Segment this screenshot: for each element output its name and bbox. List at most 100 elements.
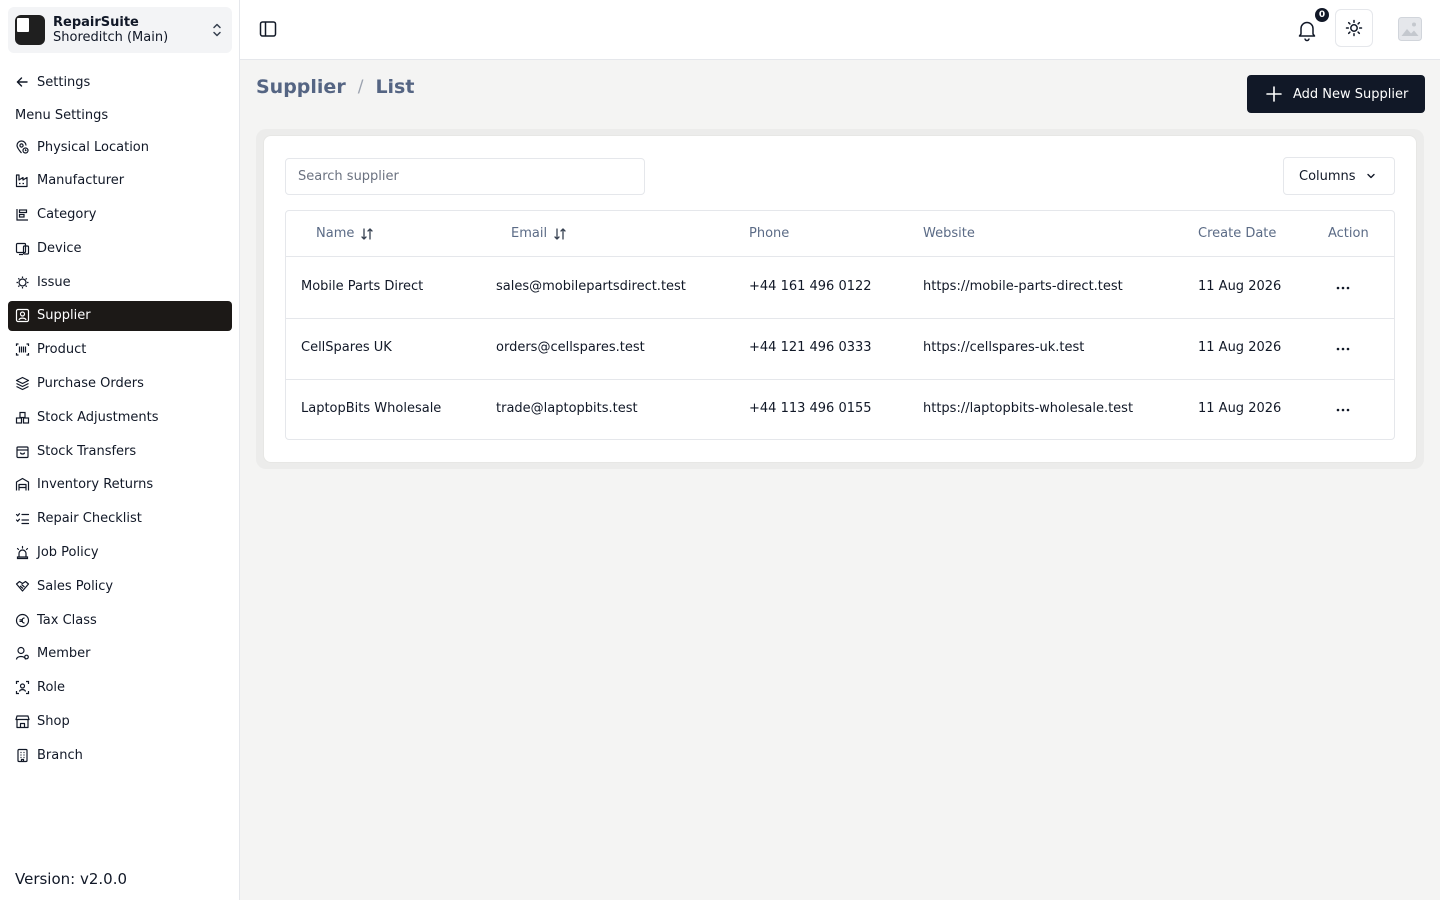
bug-icon	[16, 276, 29, 289]
package-icon	[16, 446, 29, 458]
sun-icon	[1345, 19, 1363, 37]
shop-switcher[interactable]: RepairSuite Shoreditch (Main)	[8, 7, 232, 53]
supplier-table: Name Email Phone Website Create Date Act…	[285, 210, 1395, 440]
sidebar-item-label: Issue	[37, 274, 71, 290]
sidebar-item-label: Manufacturer	[37, 173, 125, 189]
column-header-name[interactable]: Name	[316, 225, 374, 242]
sidebar-item-label: Member	[37, 646, 91, 662]
sidebar-item-category[interactable]: Category	[8, 200, 232, 230]
supplier-name-cell: CellSpares UK	[301, 340, 392, 355]
sidebar-item-stock-transfers[interactable]: Stock Transfers	[8, 436, 232, 466]
sidebar-item-label: Category	[37, 207, 97, 223]
search-supplier-input[interactable]	[285, 158, 645, 195]
menu-settings-heading: Menu Settings	[15, 108, 109, 123]
store-icon	[15, 715, 30, 729]
settings-nav: Physical Location Manufacturer Category …	[8, 132, 232, 774]
sidebar-item-label: Repair Checklist	[37, 511, 142, 527]
sidebar-item-inventory-returns[interactable]: Inventory Returns	[8, 470, 232, 500]
sidebar-item-label: Sales Policy	[37, 578, 114, 594]
sidebar-item-member[interactable]: Member	[8, 639, 232, 669]
sidebar-item-product[interactable]: Product	[8, 335, 232, 365]
sidebar-item-stock-adjustments[interactable]: Stock Adjustments	[8, 402, 232, 432]
sort-icon	[554, 227, 566, 240]
category-icon	[16, 209, 28, 221]
sidebar-item-purchase-orders[interactable]: Purchase Orders	[8, 369, 232, 399]
table-row[interactable]: CellSpares UK orders@cellspares.test +44…	[286, 319, 1394, 380]
sidebar-item-label: Supplier	[37, 308, 91, 324]
arrow-left-icon	[16, 77, 28, 87]
column-header-website: Website	[923, 226, 975, 241]
sidebar-item-repair-checklist[interactable]: Repair Checklist	[8, 504, 232, 534]
sidebar-item-label: Stock Transfers	[37, 443, 137, 459]
version-label: Version: v2.0.0	[15, 870, 128, 888]
location-icon	[16, 139, 29, 154]
sidebar-item-label: Physical Location	[37, 139, 149, 155]
table-row[interactable]: Mobile Parts Direct sales@mobilepartsdir…	[286, 258, 1394, 319]
sidebar-item-label: Product	[37, 342, 87, 358]
breadcrumb: Supplier / List	[256, 76, 414, 98]
breadcrumb-current-page: List	[375, 76, 415, 98]
sidebar-item-label: Purchase Orders	[37, 376, 144, 392]
back-to-settings-link[interactable]: Settings	[15, 72, 90, 92]
add-new-supplier-button[interactable]: Add New Supplier	[1247, 75, 1425, 113]
sidebar-toggle-icon[interactable]	[258, 19, 278, 39]
column-header-email[interactable]: Email	[511, 225, 567, 242]
notification-count-badge: 0	[1315, 8, 1329, 22]
plus-icon	[1266, 86, 1282, 102]
back-link-label: Settings	[37, 74, 91, 90]
sidebar-item-device[interactable]: Device	[8, 233, 232, 263]
supplier-email-cell: sales@mobilepartsdirect.test	[496, 279, 686, 294]
barcode-icon	[15, 343, 30, 356]
row-actions-button[interactable]	[1329, 279, 1357, 297]
user-icon	[15, 647, 29, 661]
shop-branch: Shoreditch (Main)	[53, 30, 169, 45]
sidebar-item-label: Tax Class	[37, 612, 97, 628]
more-horizontal-icon	[1336, 408, 1350, 412]
notification-bell-icon[interactable]	[1294, 17, 1320, 43]
supplier-name-cell: Mobile Parts Direct	[301, 279, 424, 294]
role-icon	[15, 681, 30, 695]
supplier-create-date-cell: 11 Aug 2026	[1198, 279, 1282, 294]
sidebar-item-branch[interactable]: Branch	[8, 740, 232, 770]
euro-icon	[15, 613, 30, 627]
theme-toggle-button[interactable]	[1335, 9, 1373, 47]
supplier-email-cell: orders@cellspares.test	[496, 340, 645, 355]
sidebar-item-label: Branch	[37, 747, 83, 763]
sidebar-item-supplier[interactable]: Supplier	[8, 300, 232, 331]
sidebar-item-manufacturer[interactable]: Manufacturer	[8, 166, 232, 196]
breadcrumb-separator: /	[357, 77, 364, 97]
add-new-supplier-label: Add New Supplier	[1293, 86, 1409, 102]
sidebar-item-label: Role	[37, 680, 66, 696]
handshake-icon	[15, 580, 30, 592]
sidebar-item-tax-class[interactable]: Tax Class	[8, 605, 232, 635]
row-actions-button[interactable]	[1329, 401, 1357, 419]
siren-icon	[16, 545, 29, 560]
user-avatar-placeholder-icon[interactable]	[1398, 17, 1422, 41]
sidebar-item-role[interactable]: Role	[8, 673, 232, 703]
table-header: Name Email Phone Website Create Date Act…	[286, 211, 1394, 257]
table-row[interactable]: LaptopBits Wholesale trade@laptopbits.te…	[286, 380, 1394, 441]
sidebar-item-sales-policy[interactable]: Sales Policy	[8, 571, 232, 601]
sidebar-item-issue[interactable]: Issue	[8, 267, 232, 297]
breadcrumb-section[interactable]: Supplier	[256, 76, 346, 98]
columns-dropdown-button[interactable]: Columns	[1283, 157, 1395, 195]
sidebar-item-physical-location[interactable]: Physical Location	[8, 132, 232, 162]
row-actions-button[interactable]	[1329, 340, 1357, 358]
more-horizontal-icon	[1336, 286, 1350, 290]
checklist-icon	[15, 513, 30, 525]
shop-name: RepairSuite	[53, 15, 139, 30]
column-header-phone: Phone	[749, 226, 790, 241]
sidebar-item-label: Shop	[37, 714, 70, 730]
supplier-website-cell: https://laptopbits-wholesale.test	[923, 401, 1134, 416]
supplier-phone-cell: +44 161 496 0122	[749, 279, 872, 294]
building-icon	[17, 748, 28, 762]
column-header-action: Action	[1328, 226, 1369, 241]
supplier-phone-cell: +44 121 496 0333	[749, 340, 872, 355]
sidebar-item-job-policy[interactable]: Job Policy	[8, 538, 232, 568]
topbar: 0	[240, 0, 1440, 60]
sidebar-item-shop[interactable]: Shop	[8, 707, 232, 737]
chevrons-up-down-icon	[213, 23, 221, 37]
chevron-down-icon	[1366, 173, 1375, 179]
supplier-website-cell: https://cellspares-uk.test	[923, 340, 1085, 355]
supplier-phone-cell: +44 113 496 0155	[749, 401, 872, 416]
